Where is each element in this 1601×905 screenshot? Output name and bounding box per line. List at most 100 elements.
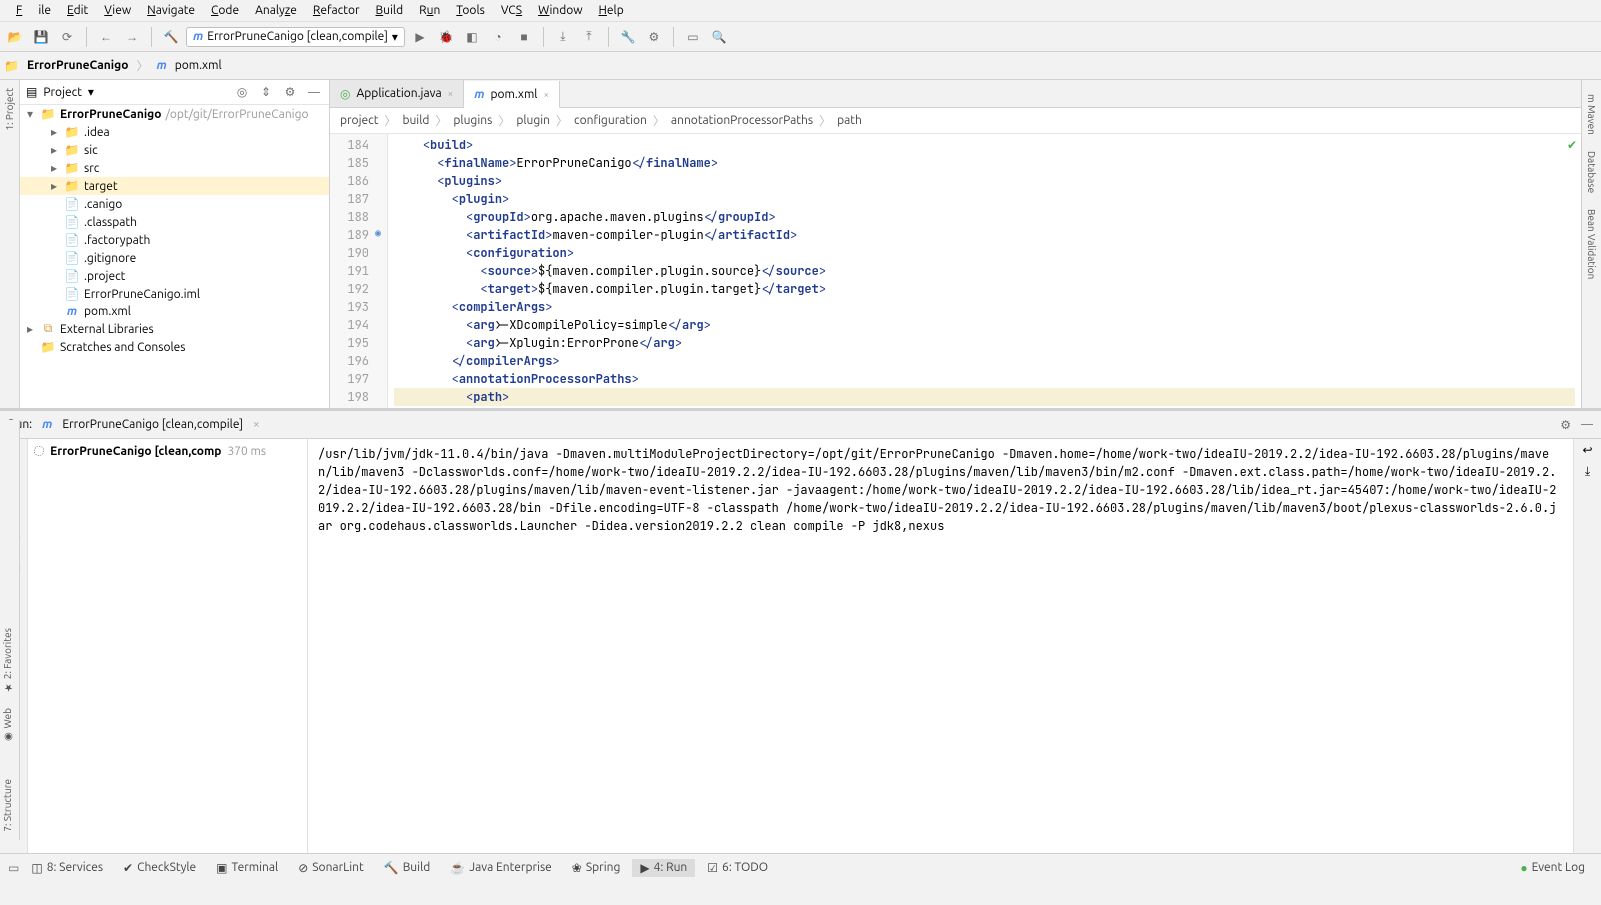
status-tool-button[interactable]: ▣Terminal [208,859,286,877]
vcs-update-icon[interactable]: ⤓ [552,26,574,48]
chevron-down-icon[interactable]: ▾ [88,85,94,99]
status-tool-button[interactable]: ⊘SonarLint [290,859,372,877]
tab-maven[interactable]: m Maven [1584,86,1599,143]
build-icon[interactable]: 🔨 [160,26,182,48]
status-tool-button[interactable]: ❀Spring [564,859,629,877]
soft-wrap-icon[interactable]: ↩ [1582,443,1592,457]
editor-gutter[interactable]: ◉ 18418518618718818919019119219319419519… [330,134,388,408]
maven-icon: m [193,30,203,43]
status-tool-button[interactable]: ✔CheckStyle [115,859,204,877]
tree-item[interactable]: 📄.canigo [20,195,329,213]
layout-icon[interactable]: ▭ [682,26,704,48]
settings-icon[interactable]: ⚙ [643,26,665,48]
chevron-right-icon: 〉 [136,57,148,74]
tree-item[interactable]: 📄.classpath [20,213,329,231]
tree-item[interactable]: mpom.xml [20,303,329,320]
status-tool-button[interactable]: ◫8: Services [23,859,111,877]
menu-view[interactable]: View [96,2,139,19]
search-icon[interactable]: 🔍 [708,26,730,48]
status-tool-button[interactable]: ▶4: Run [632,859,695,877]
breadcrumb-item[interactable]: plugins [453,114,492,127]
coverage-icon[interactable]: ◧ [461,26,483,48]
target-icon[interactable]: ◎ [233,83,251,101]
run-config-label: ErrorPruneCanigo [clean,compile] [207,30,388,43]
event-log-button[interactable]: ● Event Log [1512,859,1593,877]
tree-root[interactable]: ▾📁ErrorPruneCanigo /opt/git/ErrorPruneCa… [20,105,329,123]
tree-scratches[interactable]: 📁Scratches and Consoles [20,338,329,356]
debug-icon[interactable]: 🐞 [435,26,457,48]
expand-icon[interactable]: ⇕ [257,83,275,101]
tree-item[interactable]: 📄.factorypath [20,231,329,249]
tree-item[interactable]: ▸📁sic [20,141,329,159]
tree-item[interactable]: ▸📁target [20,177,329,195]
gear-icon[interactable]: ⚙ [281,83,299,101]
tab-structure[interactable]: 7: Structure [0,771,19,840]
menu-file[interactable]: File [8,2,59,19]
close-icon[interactable]: × [448,88,454,99]
tab-web[interactable]: ◉ Web [0,700,19,750]
tree-item[interactable]: ▸📁.idea [20,123,329,141]
breadcrumb-item[interactable]: project [340,114,378,127]
menu-analyze[interactable]: Analyze [247,2,305,19]
project-tree[interactable]: ▾📁ErrorPruneCanigo /opt/git/ErrorPruneCa… [20,105,329,408]
menu-build[interactable]: Build [368,2,412,19]
tree-item[interactable]: ▸📁src [20,159,329,177]
editor-code[interactable]: <build> <finalName>ErrorPruneCanigo</fin… [388,134,1581,408]
menu-refactor[interactable]: Refactor [305,2,368,19]
tab-database[interactable]: Database [1584,143,1599,201]
menu-tools[interactable]: Tools [448,2,493,19]
menu-vcs[interactable]: VCS [493,2,530,19]
breadcrumb-item[interactable]: annotationProcessorPaths [671,114,813,127]
stop-icon[interactable]: ■ [513,26,535,48]
breadcrumb-item[interactable]: path [837,114,862,127]
wrench-icon[interactable]: 🔧 [617,26,639,48]
breadcrumb-item[interactable]: build [402,114,429,127]
menu-navigate[interactable]: Navigate [139,2,203,19]
status-tool-button[interactable]: ☑6: TODO [699,859,776,877]
menu-window[interactable]: Window [530,2,590,19]
scroll-end-icon[interactable]: ⤓ [1585,465,1590,479]
breadcrumb-item[interactable]: configuration [574,114,647,127]
breadcrumb[interactable]: project〉build〉plugins〉plugin〉configurati… [330,108,1581,134]
refresh-icon[interactable]: ⟳ [56,26,78,48]
editor-tab[interactable]: ◎Application.java× [330,80,464,107]
tab-favorites[interactable]: ★ 2: Favorites [0,620,19,700]
status-tool-button[interactable]: 🔨Build [376,859,439,877]
menu-code[interactable]: Code [203,2,247,19]
forward-icon[interactable]: → [121,26,143,48]
minimize-icon[interactable]: — [1581,418,1593,431]
save-icon[interactable]: 💾 [30,26,52,48]
nav-file[interactable]: pom.xml [175,59,222,72]
tree-item[interactable]: 📄.project [20,267,329,285]
run-icon[interactable]: ▶ [409,26,431,48]
run-tree[interactable]: ◌ ErrorPruneCanigo [clean,comp 370 ms [28,439,308,853]
status-tool-button[interactable]: ☕Java Enterprise [442,859,560,877]
menu-edit[interactable]: Edit [59,2,96,19]
tree-external[interactable]: ▸⧉External Libraries [20,320,329,338]
inspection-ok-icon[interactable]: ✔ [1567,138,1577,152]
statusbar-menu-icon[interactable]: ▭ [8,861,19,875]
tree-item[interactable]: 📄.gitignore [20,249,329,267]
tab-bean-validation[interactable]: Bean Validation [1584,201,1599,287]
minimize-icon[interactable]: — [305,83,323,101]
nav-root[interactable]: ErrorPruneCanigo [27,59,128,72]
gear-icon[interactable]: ⚙ [1560,418,1571,432]
run-tree-item[interactable]: ◌ ErrorPruneCanigo [clean,comp 370 ms [32,443,303,460]
project-title[interactable]: Project [43,86,82,99]
breadcrumb-item[interactable]: plugin [516,114,550,127]
close-icon[interactable]: × [253,418,260,431]
run-header: Run: m ErrorPruneCanigo [clean,compile] … [0,411,1601,439]
tree-item[interactable]: 📄ErrorPruneCanigo.iml [20,285,329,303]
tab-project[interactable]: 1: Project [0,80,19,139]
close-icon[interactable]: × [543,89,549,100]
open-icon[interactable]: 📂 [4,26,26,48]
run-console[interactable]: /usr/lib/jvm/jdk-11.0.4/bin/java -Dmaven… [308,439,1573,853]
vcs-commit-icon[interactable]: ⤒ [578,26,600,48]
menu-help[interactable]: Help [591,2,632,19]
back-icon[interactable]: ← [95,26,117,48]
run-config-name[interactable]: ErrorPruneCanigo [clean,compile] [62,418,243,431]
profile-icon[interactable]: ◔ [487,26,509,48]
editor-tab[interactable]: mpom.xml× [464,81,560,108]
run-config-dropdown[interactable]: m ErrorPruneCanigo [clean,compile] ▾ [186,27,405,47]
menu-run[interactable]: Run [411,2,448,19]
